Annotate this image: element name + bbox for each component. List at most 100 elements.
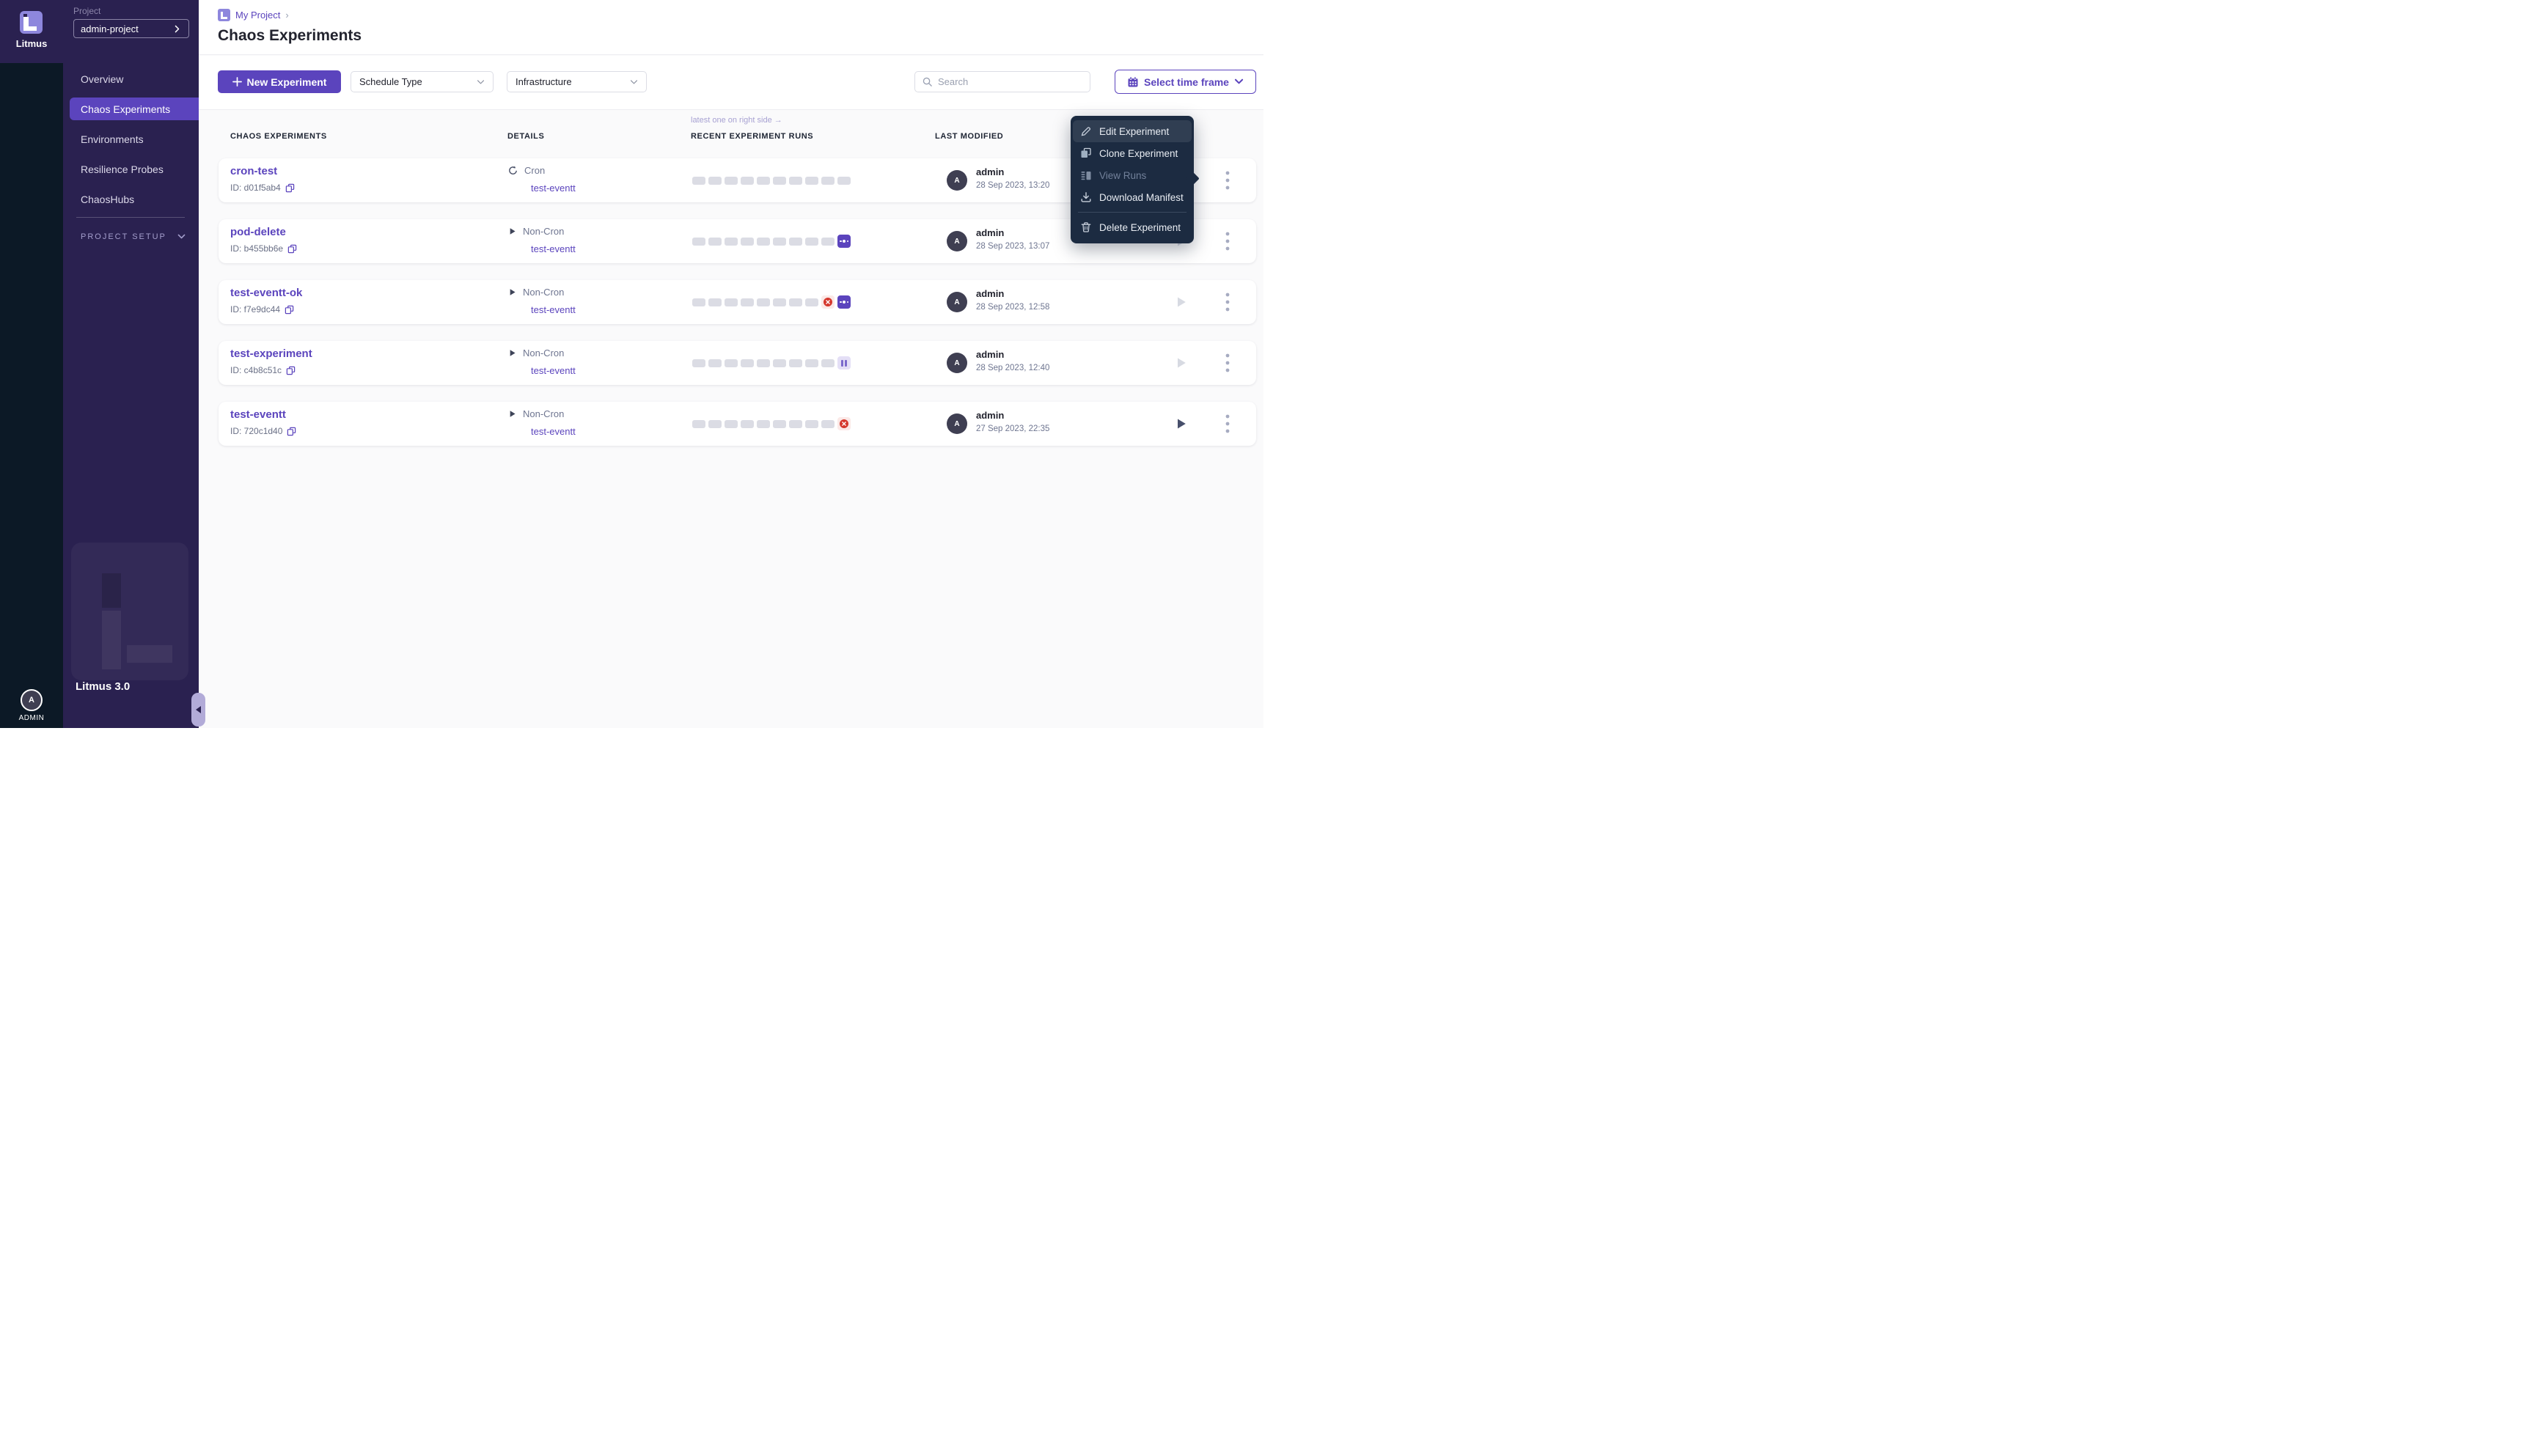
copy-id-icon[interactable] — [285, 305, 294, 315]
infrastructure-link[interactable]: test-eventt — [531, 243, 576, 254]
copy-id-icon[interactable] — [285, 183, 295, 193]
row-menu-kebab-icon[interactable] — [1224, 169, 1231, 192]
non-cron-play-icon — [507, 348, 517, 358]
new-experiment-button[interactable]: New Experiment — [218, 70, 341, 93]
run-status-running[interactable] — [837, 295, 851, 309]
non-cron-play-icon — [507, 409, 517, 419]
infrastructure-link[interactable]: test-eventt — [531, 183, 576, 194]
sidebar-collapse-handle[interactable] — [191, 693, 205, 727]
non-cron-play-icon — [507, 227, 517, 236]
select-time-frame-button[interactable]: Select time frame — [1115, 70, 1256, 94]
experiment-name-link[interactable]: pod-delete — [230, 226, 286, 238]
schedule-type: Cron — [524, 165, 545, 176]
copy-id-icon[interactable] — [287, 244, 297, 254]
project-setup-toggle[interactable]: PROJECT SETUP — [81, 232, 191, 241]
menu-divider — [1078, 212, 1187, 213]
run-status-failed[interactable] — [837, 417, 851, 430]
run-experiment-button[interactable] — [1176, 357, 1187, 369]
run-cell-empty — [725, 298, 738, 306]
collapse-arrow-icon — [196, 706, 201, 713]
modified-by: admin — [976, 410, 1004, 421]
run-cell-empty — [805, 238, 818, 246]
sidebar-item-resilience-probes[interactable]: Resilience Probes — [63, 158, 199, 180]
menu-item-label: View Runs — [1099, 170, 1146, 181]
run-experiment-button[interactable] — [1176, 296, 1187, 308]
modified-date: 28 Sep 2023, 13:20 — [976, 181, 1049, 190]
row-menu-kebab-icon[interactable] — [1224, 351, 1231, 375]
search-input[interactable] — [938, 76, 1083, 87]
version-label: Litmus 3.0 — [76, 680, 130, 693]
menu-item-clone-experiment[interactable]: Clone Experiment — [1073, 142, 1192, 164]
row-menu-kebab-icon[interactable] — [1224, 412, 1231, 435]
infrastructure-select[interactable]: Infrastructure — [507, 71, 647, 92]
infrastructure-link[interactable]: test-eventt — [531, 365, 576, 376]
row-menu-kebab-icon[interactable] — [1224, 290, 1231, 314]
page-header: My Project › Chaos Experiments — [199, 0, 1264, 55]
runs-note: latest one on right side → — [691, 116, 782, 125]
menu-item-delete-experiment[interactable]: Delete Experiment — [1073, 216, 1192, 238]
run-cell-empty — [725, 238, 738, 246]
run-cell-empty — [708, 420, 722, 428]
sidebar-item-label: Overview — [81, 73, 123, 85]
run-cell-empty — [692, 420, 705, 428]
copy-id-icon[interactable] — [287, 427, 296, 436]
project-selector-value: admin-project — [81, 23, 139, 34]
copy-id-icon[interactable] — [286, 366, 296, 375]
breadcrumb-separator: › — [285, 10, 288, 21]
sidebar-item-chaos-experiments[interactable]: Chaos Experiments — [70, 98, 199, 120]
modified-date: 27 Sep 2023, 22:35 — [976, 424, 1049, 433]
run-status-running[interactable] — [837, 235, 851, 248]
chevron-right-icon — [172, 24, 182, 34]
run-cell-empty — [708, 298, 722, 306]
brand-name: Litmus — [0, 38, 63, 49]
menu-item-label: Edit Experiment — [1099, 126, 1169, 137]
menu-item-edit-experiment[interactable]: Edit Experiment — [1073, 120, 1192, 142]
menu-item-view-runs: View Runs — [1073, 164, 1192, 186]
litmus-app: Litmus A ADMIN Project admin-project Ove… — [0, 0, 1264, 728]
experiment-name-link[interactable]: test-experiment — [230, 348, 312, 360]
admin-user-button[interactable]: A ADMIN — [0, 689, 63, 722]
sidebar-item-label: Chaos Experiments — [81, 103, 170, 115]
litmus-logo-icon — [20, 11, 43, 34]
admin-avatar: A — [21, 689, 43, 711]
run-status-paused[interactable] — [837, 356, 851, 369]
page-title: Chaos Experiments — [218, 27, 362, 45]
breadcrumb-project-link[interactable]: My Project — [235, 10, 280, 21]
project-setup-label: PROJECT SETUP — [81, 232, 166, 241]
run-cell-empty — [757, 238, 770, 246]
run-cell-empty — [741, 177, 754, 185]
breadcrumb: My Project › — [218, 9, 289, 21]
experiment-name-link[interactable]: cron-test — [230, 165, 277, 177]
infrastructure-link[interactable]: test-eventt — [531, 304, 576, 315]
sidebar-item-label: ChaosHubs — [81, 194, 134, 205]
experiment-id: ID: d01f5ab4 — [230, 183, 281, 193]
menu-item-download-manifest[interactable]: Download Manifest — [1073, 186, 1192, 208]
litmus-watermark — [71, 543, 188, 680]
run-cell-empty — [757, 420, 770, 428]
run-cell-empty — [789, 177, 802, 185]
sidebar-item-chaoshubs[interactable]: ChaosHubs — [63, 188, 199, 210]
menu-item-label: Clone Experiment — [1099, 148, 1178, 159]
project-selector[interactable]: admin-project — [73, 19, 189, 38]
run-cell-empty — [725, 359, 738, 367]
sidebar-item-overview[interactable]: Overview — [63, 67, 199, 90]
clone-icon — [1080, 147, 1092, 159]
run-cell-empty — [757, 298, 770, 306]
row-menu-kebab-icon[interactable] — [1224, 229, 1231, 253]
run-cell-empty — [773, 238, 786, 246]
infrastructure-link[interactable]: test-eventt — [531, 426, 576, 437]
table-row: test-eventt-okID: f7e9dc44Non-Crontest-e… — [219, 280, 1256, 324]
plus-icon — [232, 77, 242, 87]
schedule-type-select[interactable]: Schedule Type — [351, 71, 494, 92]
sidebar-item-environments[interactable]: Environments — [63, 128, 199, 150]
avatar: A — [947, 353, 967, 373]
experiment-id: ID: b455bb6e — [230, 243, 283, 254]
project-logo-icon — [218, 9, 230, 21]
run-cell-empty — [708, 238, 722, 246]
sidebar-divider — [76, 217, 185, 218]
experiment-name-link[interactable]: test-eventt-ok — [230, 287, 302, 299]
run-status-failed[interactable] — [821, 295, 835, 309]
experiment-name-link[interactable]: test-eventt — [230, 408, 286, 421]
experiments-table: latest one on right side → CHAOS EXPERIM… — [199, 110, 1264, 728]
run-experiment-button[interactable] — [1176, 418, 1187, 430]
